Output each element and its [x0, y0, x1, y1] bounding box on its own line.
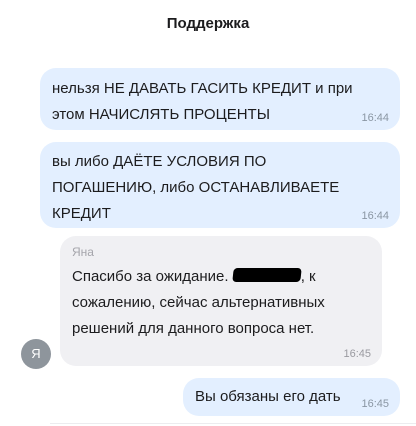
message-text-line: Вы обязаны его дать	[195, 388, 341, 405]
message-text-fragment: , к	[300, 268, 316, 285]
agent-avatar[interactable]: Я	[21, 339, 51, 369]
message-time: 16:45	[343, 348, 371, 360]
outgoing-message[interactable]: нельзя НЕ ДАВАТЬ ГАСИТЬ КРЕДИТ и при это…	[40, 68, 400, 130]
chat-title: Поддержка	[166, 15, 250, 32]
message-text-line: решений для данного вопроса нет.	[72, 320, 315, 337]
outgoing-message[interactable]: вы либо ДАЁТЕ УСЛОВИЯ ПО ПОГАШЕНИЮ, либо…	[40, 142, 400, 228]
sender-name: Яна	[72, 245, 94, 259]
message-text-line: сожалению, сейчас альтернативных	[72, 294, 325, 311]
message-text-line: КРЕДИТ	[52, 205, 111, 222]
outgoing-message[interactable]: Вы обязаны его дать 16:45	[183, 378, 400, 416]
message-text-line: нельзя НЕ ДАВАТЬ ГАСИТЬ КРЕДИТ и при	[52, 80, 353, 97]
message-text-line: вы либо ДАЁТЕ УСЛОВИЯ ПО	[52, 153, 267, 170]
message-text-fragment: Спасибо за ожидание.	[72, 268, 233, 285]
redaction-mark	[231, 268, 302, 282]
divider	[50, 423, 416, 424]
message-time: 16:45	[361, 398, 389, 410]
incoming-message[interactable]: Яна Спасибо за ожидание. , к сожалению, …	[60, 236, 382, 366]
message-text-line: этом НАЧИСЛЯТЬ ПРОЦЕНТЫ	[52, 106, 270, 123]
message-text-line: Спасибо за ожидание. , к	[72, 264, 370, 290]
message-time: 16:44	[361, 112, 389, 124]
message-text-line: ПОГАШЕНИЮ, либо ОСТАНАВЛИВАЕТЕ	[52, 179, 340, 196]
message-time: 16:44	[361, 210, 389, 222]
